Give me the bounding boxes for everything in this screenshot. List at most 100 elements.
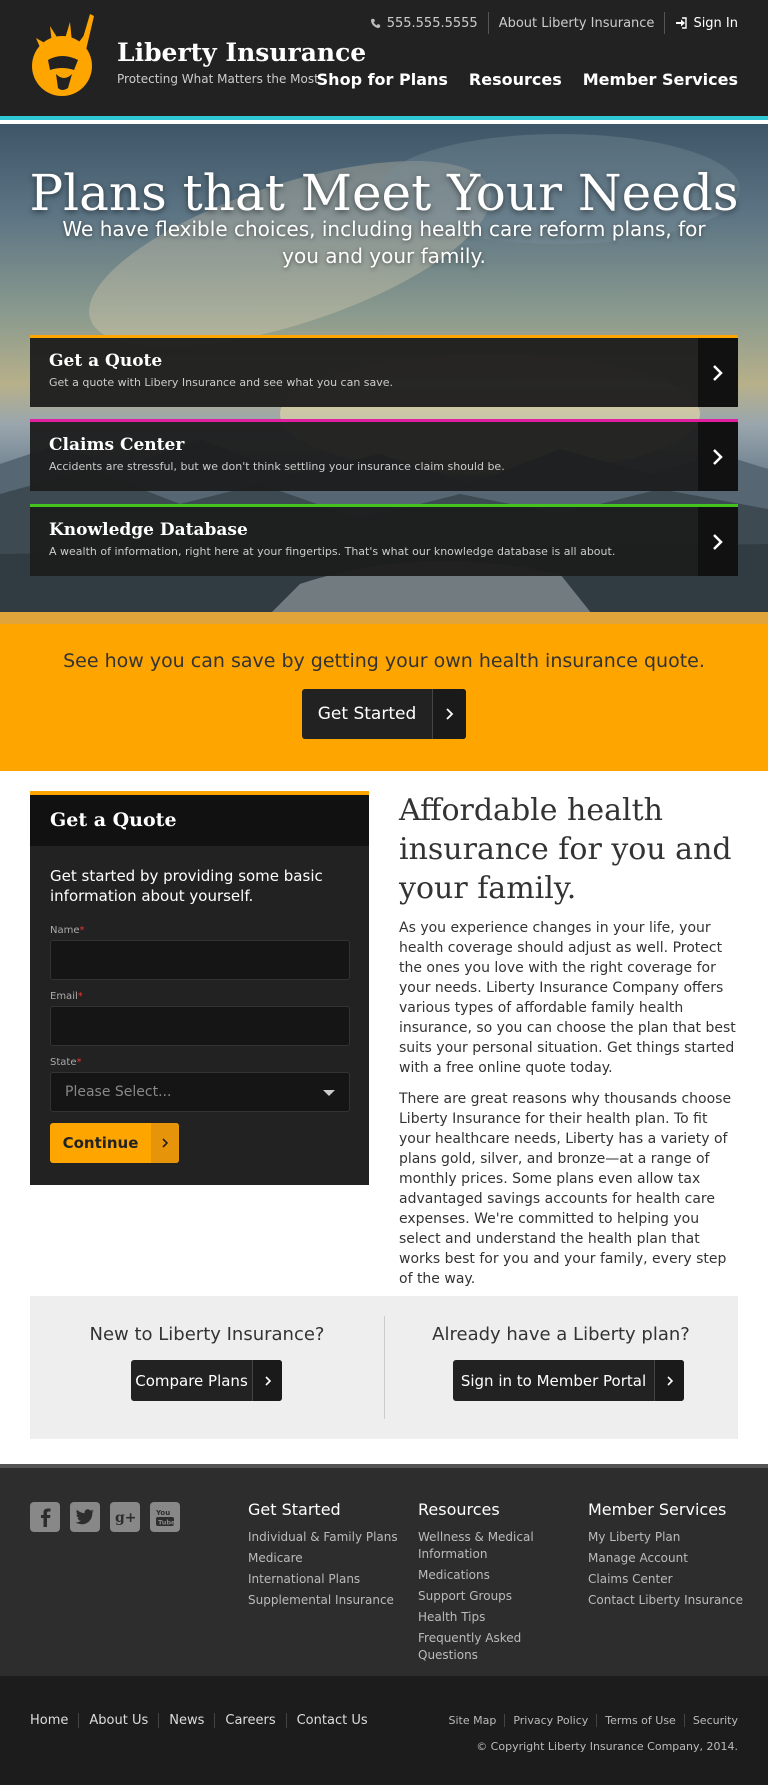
chevron-right-icon[interactable] xyxy=(698,338,738,407)
brand-name[interactable]: Liberty Insurance xyxy=(117,38,366,67)
phone-icon xyxy=(370,18,380,28)
card-description: Get a quote with Libery Insurance and se… xyxy=(49,376,394,389)
footer-link[interactable]: International Plans xyxy=(248,1571,398,1588)
footer-nav-home[interactable]: Home xyxy=(30,1713,78,1728)
footer-link[interactable]: Support Groups xyxy=(418,1588,538,1605)
hero-title: Plans that Meet Your Needs xyxy=(29,164,739,222)
state-placeholder: Please Select... xyxy=(65,1084,172,1100)
card-get-a-quote[interactable]: Get a Quote Get a quote with Libery Insu… xyxy=(30,335,738,407)
caret-down-icon xyxy=(323,1090,335,1096)
nav-resources[interactable]: Resources xyxy=(469,70,562,89)
compare-plans-button[interactable]: Compare Plans xyxy=(131,1360,282,1401)
card-knowledge-database[interactable]: Knowledge Database A wealth of informati… xyxy=(30,504,738,576)
member-question: Already have a Liberty plan? xyxy=(432,1324,690,1345)
svg-text:g+: g+ xyxy=(115,1510,136,1525)
form-title: Get a Quote xyxy=(30,795,369,846)
chevron-right-icon[interactable] xyxy=(698,422,738,491)
button-label: Continue xyxy=(62,1134,139,1152)
liberty-logo-icon[interactable] xyxy=(28,8,100,98)
nav-member-services[interactable]: Member Services xyxy=(583,70,738,89)
button-label: Sign in to Member Portal xyxy=(460,1371,647,1390)
facebook-icon[interactable] xyxy=(30,1502,60,1532)
email-field[interactable] xyxy=(50,1006,350,1046)
footer-heading: Member Services xyxy=(588,1500,727,1519)
chevron-right-icon xyxy=(432,689,466,739)
main-nav: Shop for Plans Resources Member Services xyxy=(296,70,738,89)
legal-site-map[interactable]: Site Map xyxy=(440,1714,504,1727)
twitter-icon[interactable] xyxy=(70,1502,100,1532)
phone-link[interactable]: 555.555.5555 xyxy=(360,12,488,34)
google-plus-icon[interactable]: g+ xyxy=(110,1502,140,1532)
button-label: Compare Plans xyxy=(135,1371,248,1390)
footer-link[interactable]: Health Tips xyxy=(418,1609,538,1626)
chevron-right-icon[interactable] xyxy=(698,507,738,576)
email-label: Email* xyxy=(50,991,83,1002)
about-link[interactable]: About Liberty Insurance xyxy=(487,12,665,34)
name-label: Name* xyxy=(50,925,85,936)
footer-link[interactable]: My Liberty Plan xyxy=(588,1529,748,1546)
plan-choice-box: New to Liberty Insurance? Compare Plans … xyxy=(30,1296,738,1439)
footer-link[interactable]: Medications xyxy=(418,1567,538,1584)
card-title: Knowledge Database xyxy=(49,520,248,540)
footer-bottom: Home About Us News Careers Contact Us Si… xyxy=(0,1676,768,1785)
footer-column-resources: Resources Wellness & Medical Information… xyxy=(418,1500,538,1668)
sign-in-link[interactable]: Sign In xyxy=(664,12,738,34)
youtube-icon[interactable]: You Tube xyxy=(150,1502,180,1532)
nav-shop-for-plans[interactable]: Shop for Plans xyxy=(317,70,448,89)
quote-cta-band: See how you can save by getting your own… xyxy=(0,624,768,771)
hero-banner: Plans that Meet Your Needs We have flexi… xyxy=(0,124,768,624)
footer-heading: Resources xyxy=(418,1500,500,1519)
footer-link[interactable]: Individual & Family Plans xyxy=(248,1529,398,1546)
footer-link[interactable]: Wellness & Medical Information xyxy=(418,1529,538,1563)
footer-link[interactable]: Claims Center xyxy=(588,1571,748,1588)
card-title: Get a Quote xyxy=(49,351,163,371)
footer-nav: Home About Us News Careers Contact Us xyxy=(30,1713,378,1728)
svg-text:You: You xyxy=(155,1509,170,1517)
legal-security[interactable]: Security xyxy=(683,1714,738,1727)
footer-nav-careers[interactable]: Careers xyxy=(214,1713,285,1728)
cta-text: See how you can save by getting your own… xyxy=(63,650,705,672)
legal-terms[interactable]: Terms of Use xyxy=(596,1714,684,1727)
sign-in-label: Sign In xyxy=(693,15,738,31)
brand-tagline: Protecting What Matters the Most xyxy=(117,72,319,86)
new-customer-question: New to Liberty Insurance? xyxy=(89,1324,325,1345)
card-description: Accidents are stressful, but we don't th… xyxy=(49,460,505,473)
footer-nav-news[interactable]: News xyxy=(158,1713,214,1728)
footer-link[interactable]: Frequently Asked Questions xyxy=(418,1630,538,1664)
chevron-right-icon xyxy=(654,1360,684,1401)
card-title: Claims Center xyxy=(49,435,185,455)
card-claims-center[interactable]: Claims Center Accidents are stressful, b… xyxy=(30,419,738,491)
legal-links: Site Map Privacy Policy Terms of Use Sec… xyxy=(440,1714,738,1727)
legal-privacy[interactable]: Privacy Policy xyxy=(504,1714,596,1727)
footer-link[interactable]: Medicare xyxy=(248,1550,398,1567)
state-select[interactable]: Please Select... xyxy=(50,1072,350,1112)
chevron-right-icon xyxy=(151,1123,179,1163)
copyright: © Copyright Liberty Insurance Company, 2… xyxy=(476,1740,738,1753)
form-intro: Get started by providing some basic info… xyxy=(50,867,323,905)
state-label: State* xyxy=(50,1057,82,1068)
get-started-button[interactable]: Get Started xyxy=(302,689,466,739)
footer-link[interactable]: Manage Account xyxy=(588,1550,748,1567)
article-paragraph: As you experience changes in your life, … xyxy=(399,920,736,1076)
footer-heading: Get Started xyxy=(248,1500,341,1519)
chevron-right-icon xyxy=(252,1360,282,1401)
card-description: A wealth of information, right here at y… xyxy=(49,545,616,558)
member-portal-button[interactable]: Sign in to Member Portal xyxy=(453,1360,684,1401)
footer-column-member-services: Member Services My Liberty Plan Manage A… xyxy=(588,1500,748,1613)
hero-subtitle: We have flexible choices, including heal… xyxy=(62,217,706,268)
continue-button[interactable]: Continue xyxy=(50,1123,179,1163)
footer-link[interactable]: Supplemental Insurance xyxy=(248,1592,398,1609)
sign-in-icon xyxy=(676,17,688,29)
svg-text:Tube: Tube xyxy=(158,1519,176,1527)
footer-links: g+ You Tube Get Started Individual & Fami… xyxy=(0,1464,768,1676)
article-title: Affordable health insurance for you and … xyxy=(399,793,732,906)
quote-form: Get a Quote Get started by providing som… xyxy=(30,791,369,1185)
name-field[interactable] xyxy=(50,940,350,980)
footer-nav-contact[interactable]: Contact Us xyxy=(285,1713,378,1728)
utility-bar: 555.555.5555 About Liberty Insurance Sig… xyxy=(360,12,738,34)
footer-link[interactable]: Contact Liberty Insurance xyxy=(588,1592,748,1609)
site-header: Liberty Insurance Protecting What Matter… xyxy=(0,0,768,120)
footer-column-get-started: Get Started Individual & Family Plans Me… xyxy=(248,1500,398,1613)
footer-nav-about[interactable]: About Us xyxy=(78,1713,158,1728)
button-label: Get Started xyxy=(317,704,417,724)
